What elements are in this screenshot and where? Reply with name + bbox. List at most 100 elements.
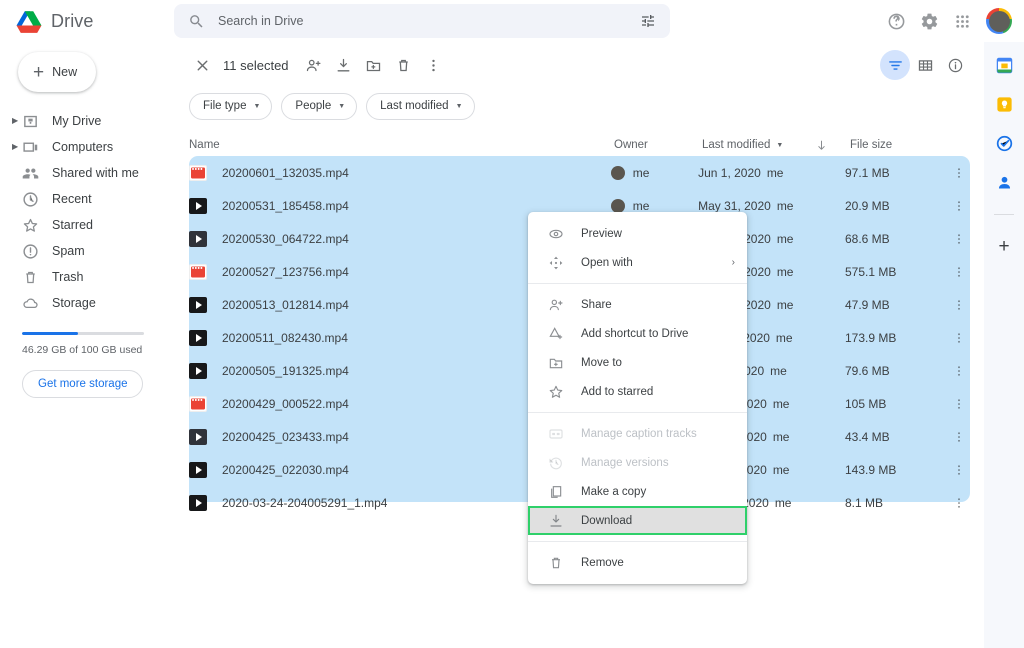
filter-toggle-button[interactable] [880, 50, 910, 80]
share-button[interactable] [299, 50, 329, 80]
menu-separator [528, 412, 747, 413]
get-more-storage-button[interactable]: Get more storage [22, 370, 144, 398]
sidebar-item-label: My Drive [52, 114, 102, 128]
menu-item-share[interactable]: Share [528, 290, 747, 319]
sidebar-item-trash[interactable]: ▶ Trash [0, 264, 175, 290]
menu-item-add-shortcut-to-drive[interactable]: Add shortcut to Drive [528, 319, 747, 348]
help-circle-icon[interactable] [887, 12, 906, 31]
row-more-actions-button[interactable] [948, 294, 970, 316]
file-name: 20200425_023433.mp4 [222, 429, 349, 444]
shared-icon [22, 168, 39, 178]
menu-item-remove[interactable]: Remove [528, 548, 747, 577]
star-icon [23, 218, 38, 232]
grid-view-icon [918, 59, 932, 71]
tune-icon[interactable] [640, 13, 656, 29]
chip-file-type[interactable]: File type ▼ [189, 92, 273, 120]
clock-icon [23, 191, 38, 207]
google-contacts-icon[interactable] [995, 173, 1014, 192]
storage-progress-fill [22, 332, 79, 335]
chevron-right-icon[interactable]: ▶ [12, 117, 22, 125]
sidebar-item-starred[interactable]: ▶ Starred [0, 212, 175, 238]
search-input[interactable]: Search in Drive [218, 14, 640, 28]
google-keep-icon[interactable] [995, 95, 1014, 114]
close-selection-button[interactable] [187, 50, 217, 80]
owner-avatar [610, 165, 625, 180]
file-name: 20200527_123756.mp4 [222, 264, 349, 279]
filter-icon [888, 60, 902, 70]
row-more-actions-button[interactable] [948, 261, 970, 283]
menu-item-label: Move to [581, 356, 622, 369]
details-button[interactable] [940, 50, 970, 80]
add-app-button[interactable]: + [998, 237, 1009, 256]
computers-icon [23, 142, 38, 152]
file-last-modified: Jun 1, 2020 me [698, 166, 845, 180]
avatar[interactable] [986, 8, 1012, 34]
chip-people[interactable]: People ▼ [281, 92, 358, 120]
search-bar[interactable]: Search in Drive [174, 4, 670, 38]
sidebar-item-label: Trash [52, 270, 84, 284]
modified-date: Jun 1, 2020 [698, 165, 761, 180]
arrow-down-icon[interactable] [815, 139, 828, 152]
chip-last-modified[interactable]: Last modified ▼ [366, 92, 475, 120]
menu-item-open-with[interactable]: Open with › [528, 248, 747, 277]
person-add-icon [548, 297, 564, 313]
table-header: Name Owner Last modified ▼ File size [175, 134, 984, 156]
google-tasks-icon[interactable] [995, 134, 1014, 153]
file-size: 8.1 MB [844, 495, 883, 510]
table-row[interactable]: 20200601_132035.mp4 me Jun 1, 2020 me 97.1 M… [175, 156, 984, 189]
sidebar-item-shared-with-me[interactable]: ▶ Shared with me [0, 160, 175, 186]
download-icon [337, 58, 350, 71]
row-more-actions-button[interactable] [948, 228, 970, 250]
sidebar-item-label: Recent [52, 192, 92, 206]
sidebar-item-spam[interactable]: ▶ Spam [0, 238, 175, 264]
sidebar-item-recent[interactable]: ▶ Recent [0, 186, 175, 212]
modified-by: me [776, 264, 794, 279]
chip-label: File type [203, 100, 247, 112]
top-bar-actions [887, 0, 1012, 42]
download-button[interactable] [329, 50, 359, 80]
menu-item-make-a-copy[interactable]: Make a copy [528, 477, 747, 506]
menu-item-label: Make a copy [581, 485, 647, 498]
row-more-actions-button[interactable] [948, 459, 970, 481]
video-thumbnail-icon [189, 362, 207, 379]
apps-grid-icon[interactable] [953, 12, 972, 31]
row-more-actions-button[interactable] [948, 426, 970, 448]
person-add-icon [306, 59, 321, 71]
menu-item-download[interactable]: Download [528, 506, 747, 535]
row-more-actions-button[interactable] [948, 393, 970, 415]
row-more-actions-button[interactable] [948, 162, 970, 184]
chevron-right-icon[interactable]: ▶ [12, 143, 22, 151]
drive-home-link[interactable]: Drive [0, 0, 175, 42]
sidebar-item-label: Computers [52, 140, 114, 154]
google-calendar-icon[interactable] [995, 56, 1014, 75]
gear-icon[interactable] [920, 12, 939, 31]
column-header-name[interactable]: Name [189, 139, 614, 151]
row-more-actions-button[interactable] [948, 492, 970, 514]
sidebar-item-my-drive[interactable]: ▶ My Drive [0, 108, 175, 134]
menu-item-manage-versions: Manage versions [528, 448, 747, 477]
menu-item-preview[interactable]: Preview [528, 219, 747, 248]
row-more-actions-button[interactable] [948, 327, 970, 349]
row-more-actions-button[interactable] [948, 360, 970, 382]
move-to-folder-button[interactable] [359, 50, 389, 80]
column-header-last-modified[interactable]: Last modified ▼ [702, 139, 850, 152]
row-more-actions-button[interactable] [948, 195, 970, 217]
new-button[interactable]: + New [18, 52, 96, 92]
grid-view-button[interactable] [910, 50, 940, 80]
modified-by: me [774, 495, 792, 510]
modified-by: me [776, 198, 794, 213]
menu-item-add-to-starred[interactable]: Add to starred [528, 377, 747, 406]
column-header-file-size[interactable]: File size [850, 139, 954, 151]
modified-by: me [776, 231, 794, 246]
file-name: 20200425_022030.mp4 [222, 462, 349, 477]
column-header-owner[interactable]: Owner [614, 139, 702, 151]
sidebar-item-computers[interactable]: ▶ Computers [0, 134, 175, 160]
delete-button[interactable] [389, 50, 419, 80]
sidebar-item-storage[interactable]: ▶ Storage [0, 290, 175, 316]
caption-icon [548, 426, 564, 442]
menu-item-move-to[interactable]: Move to [528, 348, 747, 377]
download-icon [548, 513, 564, 529]
search-icon [190, 14, 203, 28]
more-actions-button[interactable] [419, 50, 449, 80]
trash-icon [26, 271, 35, 283]
